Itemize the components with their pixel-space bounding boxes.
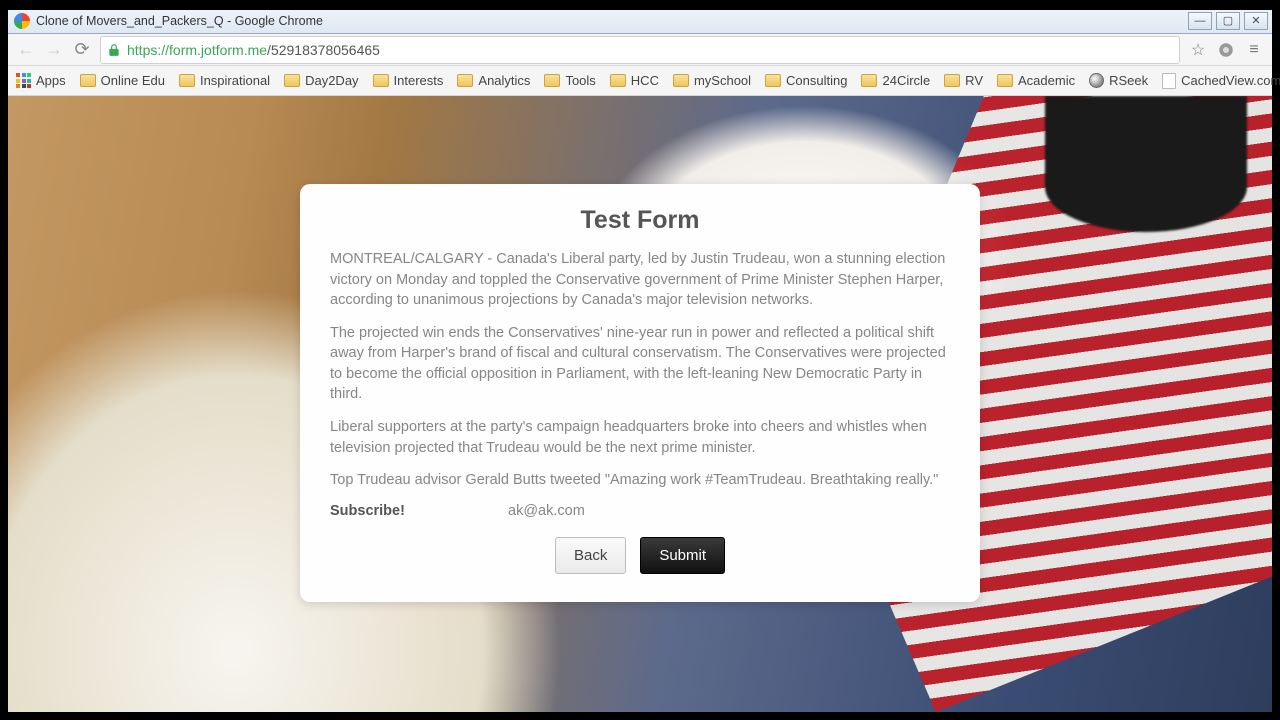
lock-icon: [107, 43, 121, 57]
rseek-icon: [1089, 73, 1104, 88]
folder-icon: [373, 74, 389, 87]
subscribe-value: ak@ak.com: [508, 503, 585, 519]
bookmark-item[interactable]: CachedView.com: [1162, 73, 1280, 89]
bookmark-label: RV: [965, 73, 983, 88]
browser-toolbar: ← → ⟳ https://form.jotform.me/5291837805…: [8, 34, 1272, 66]
bookmark-label: mySchool: [694, 73, 751, 88]
bookmark-item[interactable]: Tools: [544, 73, 595, 88]
bookmark-label: Online Edu: [101, 73, 165, 88]
bookmark-item[interactable]: RV: [944, 73, 983, 88]
back-button[interactable]: Back: [555, 537, 626, 574]
window-titlebar: Clone of Movers_and_Packers_Q - Google C…: [8, 8, 1272, 34]
folder-icon: [673, 74, 689, 87]
apps-button[interactable]: Apps: [16, 73, 66, 88]
folder-icon: [544, 74, 560, 87]
bookmark-label: Day2Day: [305, 73, 358, 88]
bookmark-label: Analytics: [478, 73, 530, 88]
bookmark-label: 24Circle: [882, 73, 930, 88]
folder-icon: [610, 74, 626, 87]
apps-grid-icon: [16, 73, 31, 88]
window-title: Clone of Movers_and_Packers_Q - Google C…: [36, 14, 323, 28]
window-maximize-button[interactable]: ▢: [1216, 12, 1240, 30]
bookmark-label: CachedView.com: [1181, 73, 1280, 88]
folder-icon: [861, 74, 877, 87]
bookmark-item[interactable]: Online Edu: [80, 73, 165, 88]
bookmark-label: Tools: [565, 73, 595, 88]
form-paragraph: Liberal supporters at the party's campai…: [330, 417, 950, 458]
submit-button[interactable]: Submit: [640, 537, 725, 574]
chrome-favicon: [14, 13, 30, 29]
form-paragraph: Top Trudeau advisor Gerald Butts tweeted…: [330, 470, 950, 491]
apps-label: Apps: [36, 73, 66, 88]
folder-icon: [179, 74, 195, 87]
bookmark-label: Consulting: [786, 73, 847, 88]
nav-reload-button[interactable]: ⟳: [72, 40, 92, 60]
url-text: https://form.jotform.me/52918378056465: [127, 42, 380, 58]
bookmark-item[interactable]: HCC: [610, 73, 659, 88]
bookmark-label: Inspirational: [200, 73, 270, 88]
bookmark-item[interactable]: Analytics: [457, 73, 530, 88]
subscribe-row: Subscribe! ak@ak.com: [330, 503, 950, 519]
chrome-menu-icon[interactable]: ≡: [1244, 40, 1264, 60]
bookmark-star-icon[interactable]: ☆: [1188, 40, 1208, 60]
page-content: Test Form MONTREAL/CALGARY - Canada's Li…: [8, 96, 1272, 712]
form-buttons: Back Submit: [330, 537, 950, 574]
folder-icon: [944, 74, 960, 87]
form-paragraph: The projected win ends the Conservatives…: [330, 323, 950, 405]
bookmark-item[interactable]: RSeek: [1089, 73, 1148, 88]
bookmark-item[interactable]: Consulting: [765, 73, 847, 88]
form-paragraph: MONTREAL/CALGARY - Canada's Liberal part…: [330, 249, 950, 311]
form-title: Test Form: [330, 206, 950, 235]
bookmark-label: Interests: [394, 73, 444, 88]
bookmark-item[interactable]: Day2Day: [284, 73, 358, 88]
folder-icon: [457, 74, 473, 87]
bookmarks-bar: Apps Online Edu Inspirational Day2Day In…: [8, 66, 1272, 96]
subscribe-label: Subscribe!: [330, 503, 508, 519]
bookmark-item[interactable]: Academic: [997, 73, 1075, 88]
page-icon: [1162, 73, 1176, 89]
address-bar[interactable]: https://form.jotform.me/52918378056465: [100, 36, 1180, 64]
window-close-button[interactable]: ✕: [1244, 12, 1268, 30]
window-minimize-button[interactable]: —: [1188, 12, 1212, 30]
nav-back-button[interactable]: ←: [16, 40, 36, 60]
bookmark-item[interactable]: 24Circle: [861, 73, 930, 88]
bookmark-item[interactable]: Interests: [373, 73, 444, 88]
nav-forward-button[interactable]: →: [44, 40, 64, 60]
bookmark-item[interactable]: mySchool: [673, 73, 751, 88]
bookmark-label: RSeek: [1109, 73, 1148, 88]
folder-icon: [80, 74, 96, 87]
folder-icon: [765, 74, 781, 87]
bookmark-label: HCC: [631, 73, 659, 88]
bookmark-label: Academic: [1018, 73, 1075, 88]
folder-icon: [284, 74, 300, 87]
bookmark-item[interactable]: Inspirational: [179, 73, 270, 88]
extension-icon[interactable]: [1216, 40, 1236, 60]
folder-icon: [997, 74, 1013, 87]
form-card: Test Form MONTREAL/CALGARY - Canada's Li…: [300, 184, 980, 602]
